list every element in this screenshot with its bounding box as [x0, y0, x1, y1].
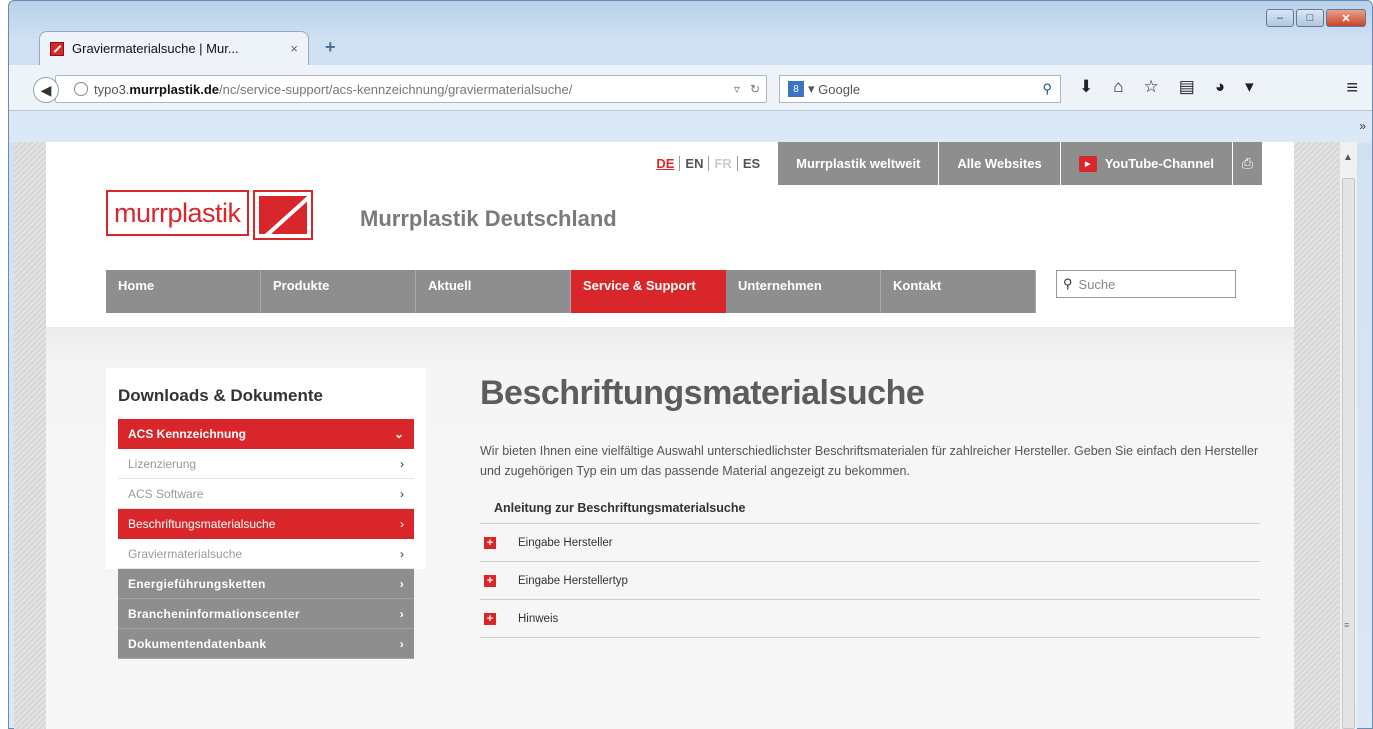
url-path: /nc/service-support/acs-kennzeichnung/gr…	[219, 81, 573, 97]
sidebar: Downloads & Dokumente ACS Kennzeichnung …	[106, 368, 426, 659]
maximize-button[interactable]: □	[1296, 9, 1324, 27]
back-button[interactable]: ◀	[33, 77, 59, 103]
top-bar: DE EN FR ES Murrplastik weltweit Alle We…	[639, 142, 1262, 185]
toolbar-icons: ⬇ ⌂ ☆ ▤ ◕ ▾	[1079, 77, 1254, 97]
sidebar-item-acs-kennzeichnung[interactable]: ACS Kennzeichnung ⌄	[118, 419, 414, 449]
lang-de[interactable]: DE	[651, 156, 681, 171]
accordion-item-eingabe-herstellertyp[interactable]: + Eingabe Herstellertyp	[480, 562, 1260, 600]
lang-fr: FR	[709, 156, 738, 171]
chevron-right-icon: ›	[400, 486, 404, 501]
plus-icon: +	[484, 574, 496, 587]
lang-es[interactable]: ES	[738, 156, 765, 171]
youtube-channel-link[interactable]: ▶ YouTube-Channel	[1059, 142, 1232, 185]
logo-wordmark: murrplastik	[106, 190, 249, 236]
scroll-up-icon[interactable]: ▲	[1343, 152, 1353, 163]
scroll-grip-icon: ≡	[1344, 620, 1350, 630]
page-viewport: DE EN FR ES Murrplastik weltweit Alle We…	[14, 142, 1339, 729]
minimize-button[interactable]: –	[1266, 9, 1294, 27]
new-tab-button[interactable]: +	[325, 37, 336, 58]
sidebar-item-lizenzierung[interactable]: Lizenzierung ›	[118, 449, 414, 479]
nav-aktuell[interactable]: Aktuell	[416, 270, 571, 313]
accordion-title: Anleitung zur Beschriftungsmaterialsuche	[480, 501, 1260, 524]
page-title: Beschriftungsmaterialsuche	[480, 374, 925, 412]
language-switcher: DE EN FR ES	[639, 142, 777, 185]
tab-strip: Graviermaterialsuche | Mur... × + – □ ✕	[9, 1, 1372, 65]
sidebar-item-beschriftungsmaterialsuche[interactable]: Beschriftungsmaterialsuche ›	[118, 509, 414, 539]
accordion-item-eingabe-hersteller[interactable]: + Eingabe Hersteller	[480, 524, 1260, 562]
url-host: typo3.murrplastik.de	[94, 81, 220, 97]
search-bar[interactable]: 8 ▾ Google ⚲	[779, 75, 1061, 103]
sidebar-item-acs-software[interactable]: ACS Software ›	[118, 479, 414, 509]
extension-icon[interactable]: ◕	[1215, 77, 1225, 97]
overflow-chevron-icon[interactable]: »	[1359, 119, 1366, 133]
sidebar-item-dokumentendatenbank[interactable]: Dokumentendatenbank ›	[118, 629, 414, 659]
scroll-thumb[interactable]	[1342, 178, 1355, 729]
navigation-toolbar: typo3.murrplastik.de /nc/service-support…	[9, 65, 1372, 111]
bookmark-star-icon[interactable]: ☆	[1144, 77, 1159, 97]
browser-tab[interactable]: Graviermaterialsuche | Mur... ×	[39, 31, 309, 65]
plus-icon: +	[484, 536, 496, 549]
chevron-right-icon: ›	[400, 456, 404, 471]
main-content: Beschriftungsmaterialsuche Wir bieten Ih…	[480, 370, 1260, 638]
print-icon[interactable]: ⎙	[1232, 142, 1262, 185]
chevron-down-icon: ⌄	[393, 427, 404, 441]
vertical-scrollbar[interactable]: ▲ ≡	[1339, 142, 1357, 729]
search-engine-icon[interactable]: 8	[788, 81, 804, 97]
chevron-right-icon: ›	[399, 576, 404, 591]
youtube-label: YouTube-Channel	[1104, 156, 1214, 171]
reading-list-icon[interactable]: ▤	[1179, 77, 1195, 97]
close-tab-icon[interactable]: ×	[290, 41, 298, 56]
site-search-placeholder: Suche	[1078, 276, 1116, 292]
nav-produkte[interactable]: Produkte	[261, 270, 416, 313]
url-controls: ▿ ↻	[734, 82, 760, 96]
reload-icon[interactable]: ↻	[750, 82, 760, 96]
home-icon[interactable]: ⌂	[1113, 77, 1123, 97]
site-title: Murrplastik Deutschland	[360, 206, 617, 231]
nav-service-support[interactable]: Service & Support	[571, 270, 726, 313]
extension-dropdown-icon[interactable]: ▾	[1245, 77, 1254, 97]
murrplastik-weltweit-link[interactable]: Murrplastik weltweit	[777, 142, 939, 185]
sidebar-item-energiefuehrungsketten[interactable]: Energieführungsketten ›	[118, 569, 414, 599]
site-search-input[interactable]: ⚲ Suche	[1056, 270, 1236, 298]
search-icon: ⚲	[1063, 276, 1073, 291]
murrplastik-logo[interactable]: murrplastik	[106, 190, 313, 240]
logo-mark	[252, 190, 313, 240]
tab-title: Graviermaterialsuche | Mur...	[72, 41, 239, 56]
globe-icon	[74, 82, 88, 96]
sidebar-item-graviermaterialsuche[interactable]: Graviermaterialsuche ›	[118, 539, 414, 569]
chevron-right-icon: ›	[399, 606, 404, 621]
back-arrow-icon: ◀	[40, 81, 52, 98]
page: DE EN FR ES Murrplastik weltweit Alle We…	[46, 142, 1294, 729]
close-window-button[interactable]: ✕	[1326, 9, 1366, 27]
lang-en[interactable]: EN	[680, 156, 710, 171]
search-placeholder: Google	[818, 81, 861, 97]
nav-kontakt[interactable]: Kontakt	[881, 270, 1036, 313]
engine-dropdown-icon[interactable]: ▾	[808, 81, 818, 97]
chevron-right-icon: ›	[400, 546, 404, 561]
alle-websites-link[interactable]: Alle Websites	[938, 142, 1060, 185]
youtube-icon: ▶	[1078, 155, 1097, 172]
download-icon[interactable]: ⬇	[1079, 77, 1093, 97]
bookmarks-toolbar: »	[9, 111, 1372, 143]
intro-text: Wir bieten Ihnen eine vielfältige Auswah…	[480, 444, 1259, 478]
hamburger-menu-icon[interactable]: ≡	[1346, 77, 1358, 100]
dropdown-arrow-icon[interactable]: ▿	[734, 82, 740, 96]
url-bar[interactable]: typo3.murrplastik.de /nc/service-support…	[55, 75, 767, 103]
plus-icon: +	[484, 612, 496, 625]
chevron-right-icon: ›	[400, 517, 404, 531]
sidebar-item-brancheninformationscenter[interactable]: Brancheninformationscenter ›	[118, 599, 414, 629]
accordion-item-hinweis[interactable]: + Hinweis	[480, 600, 1260, 638]
nav-home[interactable]: Home	[106, 270, 261, 313]
search-icon[interactable]: ⚲	[1042, 81, 1052, 97]
nav-unternehmen[interactable]: Unternehmen	[726, 270, 881, 313]
sidebar-heading: Downloads & Dokumente	[106, 368, 426, 419]
chevron-right-icon: ›	[399, 636, 404, 651]
murrplastik-favicon-icon	[50, 41, 64, 56]
window-controls: – □ ✕	[1266, 9, 1366, 27]
